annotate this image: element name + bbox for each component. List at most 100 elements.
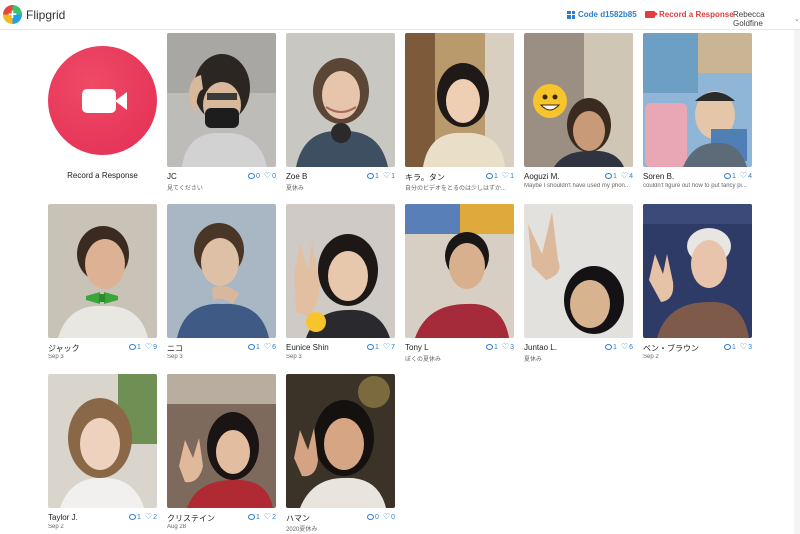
response-card[interactable]: ジャック 1 ♡ 9 Sep 3: [48, 204, 157, 365]
video-thumbnail[interactable]: [643, 204, 752, 338]
comment-count: 0: [256, 172, 260, 180]
video-thumbnail[interactable]: [167, 33, 276, 167]
author-name[interactable]: キラ。タン: [405, 172, 445, 183]
flipgrid-logo-icon: [3, 5, 22, 24]
response-meta: ニコ 1 ♡ 6 Sep 3: [167, 343, 276, 365]
author-name[interactable]: JC: [167, 172, 177, 181]
comment-count: 1: [256, 343, 260, 351]
like-count: 1: [510, 172, 514, 180]
comment-icon: [367, 514, 375, 520]
comment-icon: [605, 173, 613, 179]
response-title: Sep 3: [286, 354, 302, 360]
response-title: 2020夏休み: [286, 527, 318, 533]
engagement-counts: 1 ♡ 6: [244, 343, 276, 351]
video-thumbnail[interactable]: [524, 204, 633, 338]
heart-icon: ♡: [382, 512, 391, 521]
author-name[interactable]: ハマン: [286, 513, 310, 524]
video-thumbnail[interactable]: [48, 374, 157, 508]
record-response-label: Record a Response: [67, 171, 138, 180]
response-meta: Tony L 1 ♡ 3 ぼくの夏休み: [405, 343, 514, 365]
video-thumbnail[interactable]: [643, 33, 752, 167]
author-name[interactable]: Taylor J.: [48, 513, 78, 522]
chevron-down-icon: ⌄: [794, 16, 800, 23]
response-title: Sep 3: [48, 354, 64, 360]
response-meta: JC 0 ♡ 0 見てください: [167, 172, 276, 194]
response-card[interactable]: Aoguzi M. 1 ♡ 4 Maybe I shouldn't have us…: [524, 33, 633, 194]
like-count: 9: [153, 343, 157, 351]
response-title: ぼくの夏休み: [405, 357, 442, 363]
author-name[interactable]: Aoguzi M.: [524, 172, 560, 181]
video-thumbnail[interactable]: [286, 33, 395, 167]
user-name: Rebecca Goldfine: [733, 10, 765, 28]
video-thumbnail[interactable]: [524, 33, 633, 167]
video-camera-icon: [645, 11, 658, 18]
video-camera-icon: [81, 88, 127, 113]
heart-icon: ♡: [620, 171, 629, 180]
response-meta: キラ。タン 1 ♡ 1 自分のビデオをとるのは少しはずか...: [405, 172, 514, 194]
comment-count: 1: [732, 343, 736, 351]
page-scrollbar[interactable]: [794, 30, 800, 534]
like-count: 6: [272, 343, 276, 351]
response-card[interactable]: Tony L 1 ♡ 3 ぼくの夏休み: [405, 204, 514, 365]
comment-icon: [129, 514, 137, 520]
response-card[interactable]: Juntao L. 1 ♡ 6 夏休み: [524, 204, 633, 365]
response-title: 夏休み: [524, 357, 543, 363]
video-thumbnail[interactable]: [286, 374, 395, 508]
heart-icon: ♡: [620, 342, 629, 351]
grid-code-link[interactable]: Code d1582b85: [567, 10, 637, 19]
comment-count: 1: [137, 513, 141, 521]
engagement-counts: 1 ♡ 9: [125, 343, 157, 351]
engagement-counts: 1 ♡ 3: [482, 343, 514, 351]
engagement-counts: 1 ♡ 2: [244, 513, 276, 521]
engagement-counts: 1 ♡ 6: [601, 343, 633, 351]
like-count: 1: [391, 172, 395, 180]
response-card[interactable]: キラ。タン 1 ♡ 1 自分のビデオをとるのは少しはずか...: [405, 33, 514, 194]
record-response-tile[interactable]: Record a Response: [48, 46, 157, 180]
response-card[interactable]: Soren B. 1 ♡ 4 couldn't figure out how to…: [643, 33, 752, 194]
comment-count: 1: [732, 172, 736, 180]
heart-icon: ♡: [263, 512, 272, 521]
video-thumbnail[interactable]: [286, 204, 395, 338]
author-name[interactable]: Zoe B: [286, 172, 307, 181]
response-title: Sep 3: [167, 354, 183, 360]
response-card[interactable]: ハマン 0 ♡ 0 2020夏休み: [286, 374, 395, 534]
author-name[interactable]: クリステイン: [167, 513, 215, 524]
comment-icon: [367, 173, 375, 179]
response-card[interactable]: Zoe B 1 ♡ 1 夏休み: [286, 33, 395, 194]
response-card[interactable]: ベン・ブラウン 1 ♡ 3 Sep 2: [643, 204, 752, 365]
author-name[interactable]: Eunice Shin: [286, 343, 329, 352]
video-thumbnail[interactable]: [48, 204, 157, 338]
author-name[interactable]: ジャック: [48, 343, 80, 354]
response-meta: ジャック 1 ♡ 9 Sep 3: [48, 343, 157, 365]
video-thumbnail[interactable]: [405, 33, 514, 167]
response-card[interactable]: JC 0 ♡ 0 見てください: [167, 33, 276, 194]
comment-count: 1: [613, 172, 617, 180]
response-meta: ベン・ブラウン 1 ♡ 3 Sep 2: [643, 343, 752, 365]
heart-icon: ♡: [263, 342, 272, 351]
engagement-counts: 0 ♡ 0: [363, 513, 395, 521]
video-thumbnail[interactable]: [167, 374, 276, 508]
comment-count: 1: [137, 343, 141, 351]
video-thumbnail[interactable]: [167, 204, 276, 338]
flipgrid-logo[interactable]: Flipgrid: [3, 5, 65, 24]
response-card[interactable]: Eunice Shin 1 ♡ 7 Sep 3: [286, 204, 395, 365]
engagement-counts: 1 ♡ 1: [363, 172, 395, 180]
author-name[interactable]: ベン・ブラウン: [643, 343, 699, 354]
comment-count: 0: [375, 513, 379, 521]
record-response-button[interactable]: [48, 46, 157, 155]
engagement-counts: 1 ♡ 3: [720, 343, 752, 351]
response-card[interactable]: クリステイン 1 ♡ 2 Aug 28: [167, 374, 276, 534]
author-name[interactable]: Soren B.: [643, 172, 674, 181]
comment-count: 1: [375, 172, 379, 180]
video-thumbnail[interactable]: [405, 204, 514, 338]
author-name[interactable]: Tony L: [405, 343, 429, 352]
like-count: 6: [629, 343, 633, 351]
author-name[interactable]: Juntao L.: [524, 343, 557, 352]
comment-count: 1: [375, 343, 379, 351]
response-card[interactable]: ニコ 1 ♡ 6 Sep 3: [167, 204, 276, 365]
header-record-button[interactable]: Record a Response: [645, 10, 734, 19]
response-card[interactable]: Taylor J. 1 ♡ 2 Sep 2: [48, 374, 157, 534]
user-menu[interactable]: Rebecca Goldfine ⌄: [733, 10, 800, 28]
response-title: Sep 2: [48, 524, 64, 530]
author-name[interactable]: ニコ: [167, 343, 183, 354]
